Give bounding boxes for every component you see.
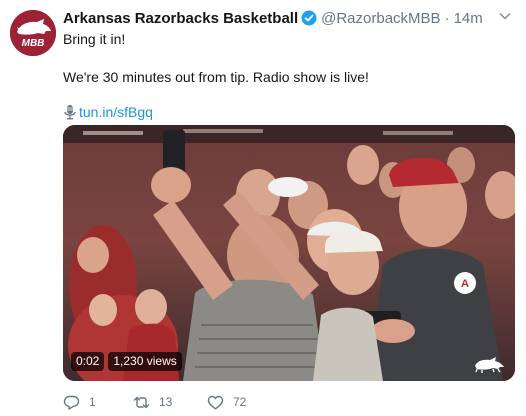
razorback-watermark-icon <box>473 353 507 373</box>
video-player[interactable]: A 0:02 1,230 views <box>63 125 515 381</box>
like-icon <box>207 395 224 409</box>
timestamp[interactable]: 14m <box>454 10 483 27</box>
retweet-count: 13 <box>159 395 173 409</box>
tweet-link[interactable]: tun.in/sfBgq <box>63 102 515 122</box>
video-thumbnail: A <box>63 125 515 381</box>
video-views: 1,230 views <box>108 352 182 371</box>
tweet-actions: 1 13 72 <box>63 392 277 412</box>
verified-badge-icon <box>301 10 317 26</box>
microphone-icon <box>63 104 77 120</box>
tweet-line-1: Bring it in! <box>63 31 126 47</box>
video-meta: 0:02 1,230 views <box>71 352 186 371</box>
tweet-card[interactable]: MBB Arkansas Razorbacks Basketball @Razo… <box>0 0 526 416</box>
chevron-down-icon[interactable] <box>497 8 513 24</box>
razorback-logo-icon: MBB <box>10 10 56 56</box>
video-duration: 0:02 <box>71 352 105 371</box>
tweet-text: Bring it in! We're 30 minutes out from t… <box>63 30 515 87</box>
svg-text:A: A <box>461 278 469 290</box>
author-name[interactable]: Arkansas Razorbacks Basketball <box>63 10 298 27</box>
reply-button[interactable]: 1 <box>63 394 133 411</box>
separator-dot: · <box>444 9 450 27</box>
tweet-header: Arkansas Razorbacks Basketball @Razorbac… <box>63 8 515 28</box>
author-handle[interactable]: @RazorbackMBB <box>321 10 440 27</box>
link-text[interactable]: tun.in/sfBgq <box>79 104 153 120</box>
reply-count: 1 <box>89 395 96 409</box>
like-button[interactable]: 72 <box>207 394 277 411</box>
tweet-line-2: We're 30 minutes out from tip. Radio sho… <box>63 69 369 85</box>
avatar-text: MBB <box>22 38 45 49</box>
avatar[interactable]: MBB <box>10 10 56 56</box>
like-count: 72 <box>233 395 247 409</box>
reply-icon <box>63 395 80 410</box>
retweet-button[interactable]: 13 <box>133 394 207 411</box>
retweet-icon <box>133 396 150 408</box>
